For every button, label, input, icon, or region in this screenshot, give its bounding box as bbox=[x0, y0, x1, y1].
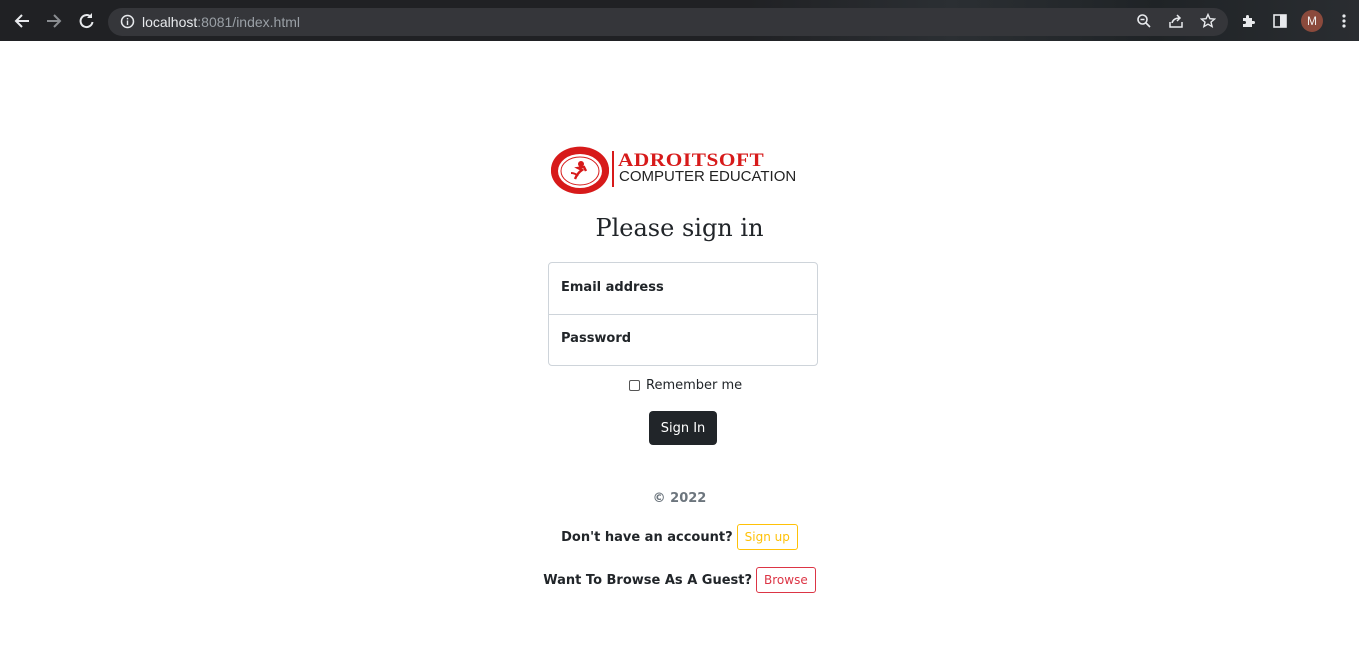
star-icon[interactable] bbox=[1197, 10, 1219, 32]
signup-row: Don't have an account? Sign up bbox=[0, 524, 1359, 550]
logo-seal-icon bbox=[551, 146, 609, 194]
kebab-menu-icon[interactable] bbox=[1333, 10, 1355, 32]
reload-icon[interactable] bbox=[75, 10, 97, 32]
password-label: Password bbox=[561, 331, 632, 346]
info-icon[interactable] bbox=[120, 14, 135, 33]
back-icon[interactable] bbox=[11, 10, 33, 32]
copyright-text: © 2022 bbox=[652, 491, 707, 506]
sign-in-button[interactable]: Sign In bbox=[649, 411, 717, 445]
signup-question: Don't have an account? bbox=[561, 529, 733, 545]
page-title: Please sign in bbox=[595, 214, 764, 242]
url-path: :8081/index.html bbox=[197, 14, 300, 30]
remember-me[interactable]: Remember me bbox=[629, 378, 742, 393]
remember-checkbox[interactable] bbox=[629, 380, 640, 391]
guest-row: Want To Browse As A Guest? Browse bbox=[0, 567, 1359, 593]
logo-divider bbox=[612, 151, 614, 187]
password-field[interactable]: Password bbox=[549, 314, 817, 365]
zoom-icon[interactable] bbox=[1133, 10, 1155, 32]
signin-form: Email address Password bbox=[548, 262, 818, 366]
extensions-icon[interactable] bbox=[1237, 10, 1259, 32]
guest-question: Want To Browse As A Guest? bbox=[543, 572, 753, 588]
url-host: localhost bbox=[142, 14, 198, 30]
adroitsoft-logo: ADROITSOFT COMPUTER EDUCATION bbox=[549, 145, 819, 195]
email-field[interactable]: Email address bbox=[549, 263, 817, 315]
logo-subtitle: COMPUTER EDUCATION bbox=[619, 168, 797, 185]
sign-up-button[interactable]: Sign up bbox=[736, 524, 798, 550]
browse-button[interactable]: Browse bbox=[756, 567, 816, 593]
email-label: Email address bbox=[561, 280, 664, 295]
share-icon[interactable] bbox=[1165, 10, 1187, 32]
address-bar[interactable]: localhost:8081/index.html bbox=[108, 8, 1228, 36]
remember-label: Remember me bbox=[646, 378, 743, 393]
browser-toolbar: localhost:8081/index.html M bbox=[0, 0, 1359, 41]
forward-icon[interactable] bbox=[43, 10, 65, 32]
avatar[interactable]: M bbox=[1301, 10, 1323, 32]
url-text: localhost:8081/index.html bbox=[142, 14, 300, 30]
sidepanel-icon[interactable] bbox=[1269, 10, 1291, 32]
